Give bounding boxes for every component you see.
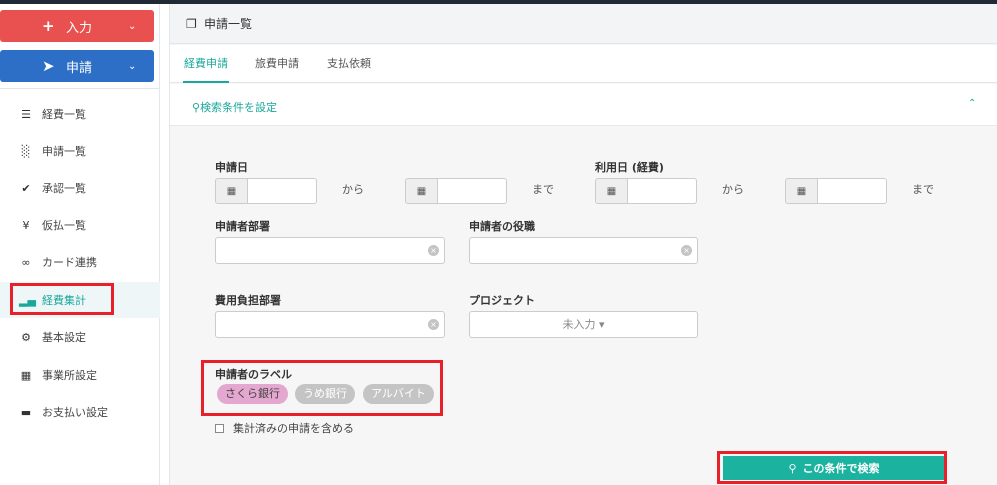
sidebar-item-application-list[interactable]: ░ 申請一覧: [0, 133, 160, 169]
paper-plane-icon: ➤: [42, 57, 55, 75]
chevron-up-icon: ⌃: [968, 98, 977, 109]
page-title: 申請一覧: [204, 17, 253, 31]
highlight-box-search-button: [717, 451, 947, 484]
position-select[interactable]: ×: [469, 237, 698, 264]
sidebar-item-label: 経費一覧: [42, 108, 86, 121]
input-button[interactable]: + 入力 ⌄: [0, 10, 154, 42]
building-icon: ▦: [20, 368, 32, 382]
clear-icon[interactable]: ×: [681, 245, 692, 256]
copy-icon: ❐: [186, 16, 197, 31]
search-conditions-toggle[interactable]: ⚲検索条件を設定 ⌃: [170, 84, 997, 126]
calendar-icon[interactable]: ▦: [405, 178, 437, 204]
sidebar-item-label: 基本設定: [42, 331, 86, 344]
use-date-from[interactable]: ▦: [595, 178, 697, 204]
bar-chart-icon: ░: [21, 144, 31, 158]
sidebar-item-label: お支払い設定: [42, 406, 108, 419]
chevron-down-icon: ⌄: [128, 60, 137, 72]
sidebar-item-office-settings[interactable]: ▦ 事業所設定: [0, 357, 160, 393]
sidebar-item-label: 仮払一覧: [42, 219, 86, 232]
sidebar-item-label: 申請一覧: [42, 145, 86, 158]
link-icon: ∞: [21, 255, 31, 269]
sidebar: + 入力 ⌄ ➤ 申請 ⌄ ☰ 経費一覧 ░ 申請一覧 ✔ 承認一覧 ¥ 仮払一…: [0, 4, 160, 485]
sidebar-item-approval-list[interactable]: ✔ 承認一覧: [0, 170, 160, 206]
check-circle-icon: ✔: [21, 181, 31, 195]
from-text: から: [342, 183, 364, 196]
project-label: プロジェクト: [469, 294, 535, 307]
position-label: 申請者の役職: [469, 220, 535, 233]
calendar-icon[interactable]: ▦: [785, 178, 817, 204]
caret-down-icon: ▾: [598, 318, 605, 331]
input-button-label: 入力: [66, 20, 93, 36]
sidebar-item-label: 事業所設定: [42, 369, 97, 382]
calendar-icon[interactable]: ▦: [215, 178, 247, 204]
apply-button-label: 申請: [66, 60, 93, 76]
include-aggregated-label: 集計済みの申請を含める: [233, 422, 354, 435]
use-date-from-input[interactable]: [627, 178, 697, 204]
clear-icon[interactable]: ×: [428, 319, 439, 330]
sidebar-divider: [0, 88, 160, 89]
use-date-label: 利用日 (経費): [595, 161, 664, 174]
include-aggregated-row[interactable]: 集計済みの申請を含める: [215, 420, 354, 436]
sidebar-item-basic-settings[interactable]: ⚙ 基本設定: [0, 319, 160, 355]
apply-date-to[interactable]: ▦: [405, 178, 507, 204]
sidebar-item-label: 承認一覧: [42, 182, 86, 195]
tab-bar: 経費申請 旅費申請 支払依頼: [170, 45, 997, 83]
gear-icon: ⚙: [21, 330, 31, 344]
sidebar-item-payment-settings[interactable]: ▬ お支払い設定: [0, 394, 160, 430]
use-date-to[interactable]: ▦: [785, 178, 887, 204]
search-toggle-label: 検索条件を設定: [200, 101, 278, 114]
tab-expense-application[interactable]: 経費申請: [183, 45, 229, 83]
search-icon: ⚲: [192, 101, 201, 114]
clear-icon[interactable]: ×: [428, 245, 439, 256]
use-date-to-input[interactable]: [817, 178, 887, 204]
sidebar-item-advance-list[interactable]: ¥ 仮払一覧: [0, 207, 160, 243]
apply-date-label: 申請日: [215, 161, 248, 174]
sidebar-item-card-link[interactable]: ∞ カード連携: [0, 244, 160, 280]
sidebar-item-label: カード連携: [42, 256, 97, 269]
until-text: まで: [912, 183, 934, 196]
until-text: まで: [532, 183, 554, 196]
dept-select[interactable]: ×: [215, 237, 445, 264]
search-toggle-text: ⚲検索条件を設定: [192, 99, 277, 115]
apply-date-from[interactable]: ▦: [215, 178, 317, 204]
highlight-box-expense-summary: [10, 283, 114, 315]
plus-icon: +: [42, 17, 55, 35]
apply-button[interactable]: ➤ 申請 ⌄: [0, 50, 154, 82]
cost-dept-label: 費用負担部署: [215, 294, 281, 307]
project-dropdown[interactable]: 未入力 ▾: [469, 311, 698, 338]
highlight-box-labels: [201, 360, 443, 416]
project-dropdown-value: 未入力: [562, 318, 596, 331]
page-header: ❐ 申請一覧: [170, 4, 997, 44]
cost-dept-select[interactable]: ×: [215, 311, 445, 338]
yen-icon: ¥: [22, 218, 30, 232]
chevron-down-icon: ⌄: [128, 20, 137, 32]
list-icon: ☰: [21, 107, 31, 121]
dept-label: 申請者部署: [215, 220, 270, 233]
calendar-icon[interactable]: ▦: [595, 178, 627, 204]
include-aggregated-checkbox[interactable]: [215, 423, 224, 433]
apply-date-to-input[interactable]: [437, 178, 507, 204]
apply-date-from-input[interactable]: [247, 178, 317, 204]
tab-payment-request[interactable]: 支払依頼: [327, 45, 371, 83]
sidebar-item-expense-list[interactable]: ☰ 経費一覧: [0, 96, 160, 132]
from-text: から: [722, 183, 744, 196]
credit-card-icon: ▬: [20, 405, 32, 419]
tab-travel-application[interactable]: 旅費申請: [255, 45, 299, 83]
